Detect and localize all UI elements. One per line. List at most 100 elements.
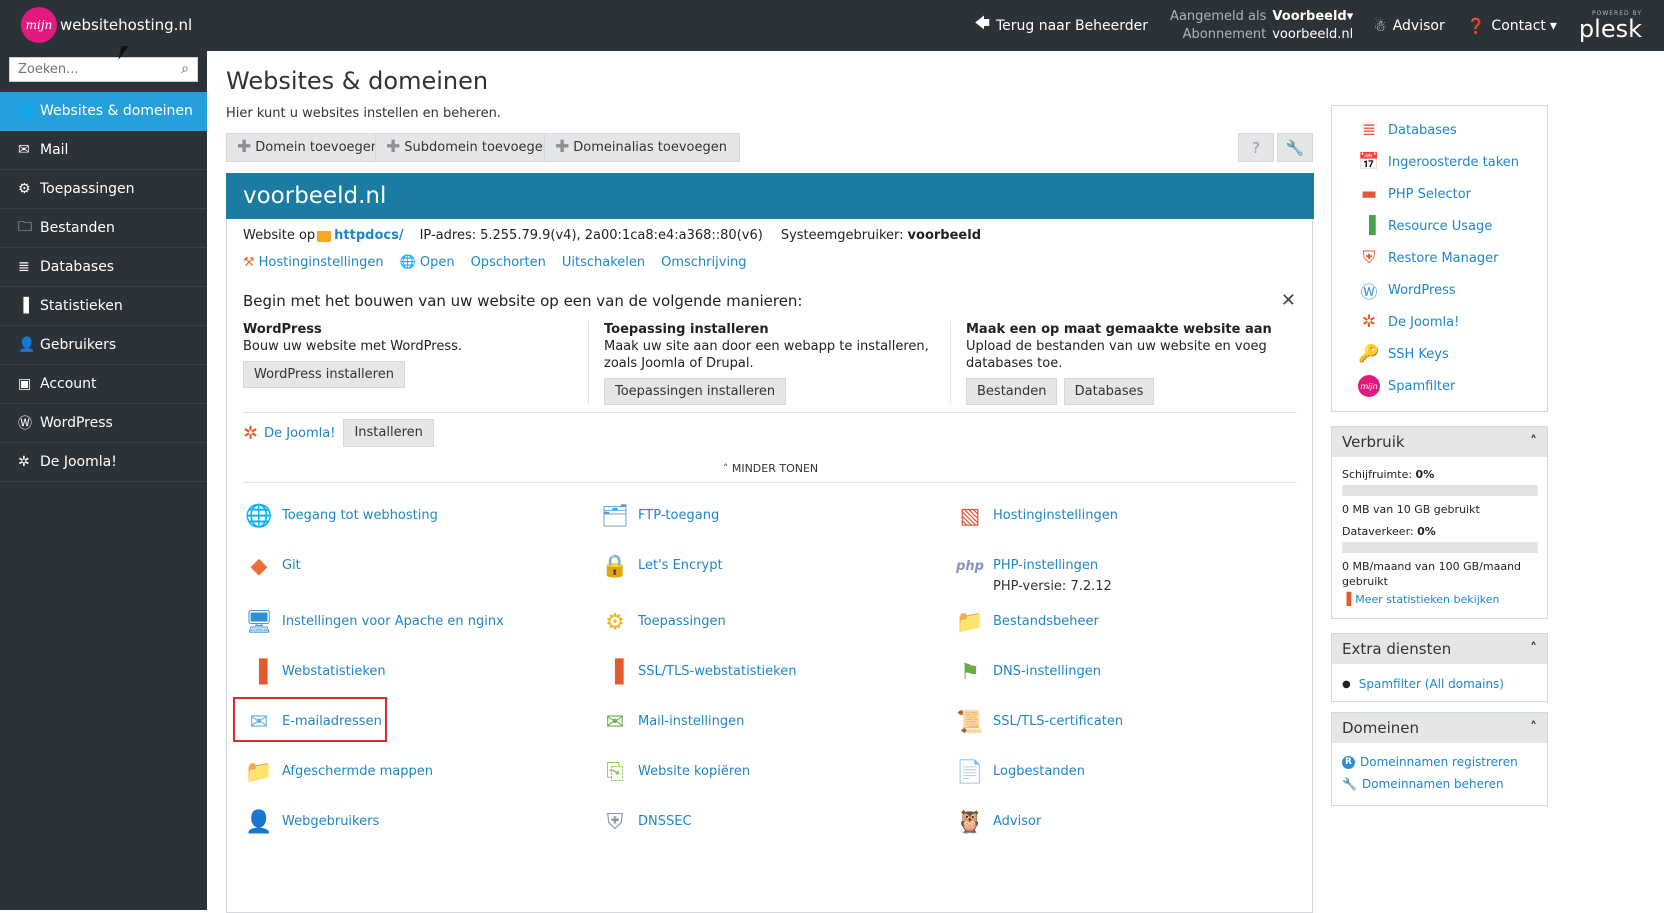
usage-panel: Verbruik ˄ Schijfruimte: 0% 0 MB van 10 … <box>1331 426 1548 619</box>
quick-link-ssh-keys[interactable]: 🔑 SSH Keys <box>1358 343 1448 365</box>
tool-dnssec[interactable]: ⛨ DNSSEC <box>600 807 692 837</box>
question-icon: ? <box>1252 138 1260 157</box>
sidebar-item-applications[interactable]: ⚙ Toepassingen <box>0 170 207 209</box>
tool-label: Hostinginstellingen <box>993 508 1118 523</box>
quick-link-restore-manager[interactable]: ⛨ Restore Manager <box>1358 247 1499 269</box>
sidebar-item-label: Toepassingen <box>40 181 135 197</box>
tool-label: Webstatistieken <box>282 664 386 679</box>
tool-label: Toegang tot webhosting <box>282 508 438 523</box>
quick-link-resource-usage[interactable]: ▐ Resource Usage <box>1358 215 1492 237</box>
sidebar-item-mail[interactable]: ✉ Mail <box>0 131 207 170</box>
tool-web-users[interactable]: 👤 Webgebruikers <box>244 807 379 837</box>
tool-ssl-certificates[interactable]: 📜 SSL/TLS-certificaten <box>955 707 1123 737</box>
install-wordpress-button[interactable]: WordPress installeren <box>243 361 405 388</box>
install-joomla-button[interactable]: Installeren <box>343 419 434 447</box>
help-button[interactable]: ? <box>1238 133 1274 162</box>
sidebar-item-wordpress[interactable]: Ⓦ WordPress <box>0 404 207 443</box>
quick-link-php-selector[interactable]: ▬ PHP Selector <box>1358 183 1471 205</box>
tool-mail-settings[interactable]: ✉ Mail-instellingen <box>600 707 745 737</box>
sidebar-item-websites-domains[interactable]: 🌐 Websites & domeinen <box>0 92 207 131</box>
tool-protected-folders[interactable]: 📁 Afgeschermde mappen <box>244 757 433 787</box>
logged-in-user[interactable]: Voorbeeld <box>1272 8 1346 26</box>
contact-link[interactable]: ❓ Contact ▾ <box>1467 17 1557 35</box>
plesk-wordmark: plesk <box>1578 14 1642 43</box>
close-icon[interactable]: ✕ <box>1281 290 1296 311</box>
tool-hosting-settings[interactable]: ▧ Hostinginstellingen <box>955 501 1118 531</box>
quick-link-label: Spamfilter <box>1388 378 1456 394</box>
manage-domains-link[interactable]: Domeinnamen beheren <box>1362 777 1504 791</box>
more-stats-link[interactable]: Meer statistieken bekijken <box>1355 592 1499 607</box>
show-less-toggle[interactable]: ˄ MINDER TONEN <box>227 462 1314 475</box>
top-bar: mijn websitehosting.nl 🡄 Terug naar Behe… <box>0 0 1664 51</box>
divider <box>950 321 951 404</box>
tool-applications[interactable]: ⚙ Toepassingen <box>600 607 726 637</box>
traffic-usage: Dataverkeer: 0% <box>1342 525 1547 538</box>
domains-header[interactable]: Domeinen ˄ <box>1332 713 1547 743</box>
back-to-admin-label: Terug naar Beheerder <box>995 17 1149 34</box>
tool-label: DNSSEC <box>638 814 692 829</box>
docroot-link[interactable]: httpdocs/ <box>334 228 403 243</box>
sidebar-item-label: Statistieken <box>40 298 123 314</box>
chevron-up-icon: ˄ <box>722 462 729 475</box>
tool-web-statistics[interactable]: ▐ Webstatistieken <box>244 657 386 687</box>
add-domain-button[interactable]: ✚ Domein toevoegen <box>226 133 393 162</box>
register-domains-link[interactable]: Domeinnamen registreren <box>1360 755 1518 769</box>
spamfilter-all-link[interactable]: Spamfilter (All domains) <box>1359 677 1504 691</box>
joomla-link[interactable]: De Joomla! <box>264 426 335 441</box>
tool-copy-website[interactable]: ⎘ Website kopiëren <box>600 757 750 787</box>
sidebar-item-account[interactable]: ▣ Account <box>0 365 207 404</box>
extra-services-header[interactable]: Extra diensten ˄ <box>1332 634 1547 664</box>
add-subdomain-button[interactable]: ✚ Subdomein toevoegen <box>375 133 565 162</box>
sidebar-item-files[interactable]: 🗀 Bestanden <box>0 209 207 248</box>
sysuser-label: Systeemgebruiker: <box>780 228 904 243</box>
quick-link-joomla[interactable]: ✲ De Joomla! <box>1358 311 1459 333</box>
add-domain-alias-button[interactable]: ✚ Domeinalias toevoegen <box>544 133 740 162</box>
usage-header[interactable]: Verbruik ˄ <box>1332 427 1547 457</box>
quick-link-wordpress[interactable]: Ⓦ WordPress <box>1358 279 1456 303</box>
tool-ftp-access[interactable]: 🗂 FTP-toegang <box>600 501 719 531</box>
open-link[interactable]: 🌐 Open <box>400 255 455 270</box>
tool-log-files[interactable]: 📄 Logbestanden <box>955 757 1085 787</box>
files-button[interactable]: Bestanden <box>966 378 1058 405</box>
logo[interactable]: mijn websitehosting.nl <box>21 7 192 43</box>
quick-link-scheduled-tasks[interactable]: 📅 Ingeroosterde taken <box>1358 151 1519 173</box>
advisor-link[interactable]: ☃ Advisor <box>1373 17 1444 35</box>
tool-ssl-web-statistics[interactable]: ▐ SSL/TLS-webstatistieken <box>600 657 797 687</box>
bar-chart-icon: ▐ <box>1342 592 1352 606</box>
manage-domains-row: 🔧 Domeinnamen beheren <box>1342 777 1547 791</box>
sidebar-item-label: Databases <box>40 259 115 275</box>
tool-apache-nginx[interactable]: 🖥 Instellingen voor Apache en nginx <box>244 607 504 637</box>
description-link[interactable]: Omschrijving <box>661 255 746 270</box>
mail-settings-icon: ✉ <box>605 709 625 735</box>
quick-link-databases[interactable]: ≣ Databases <box>1358 119 1457 141</box>
quick-link-label: De Joomla! <box>1388 314 1460 330</box>
tool-file-manager[interactable]: 📁 Bestandsbeheer <box>955 607 1099 637</box>
hosting-settings-link[interactable]: ⚒ Hostinginstellingen <box>243 255 384 270</box>
tool-advisor[interactable]: 🦉 Advisor <box>955 807 1041 837</box>
disk-usage-bar <box>1342 485 1538 496</box>
install-applications-button[interactable]: Toepassingen installeren <box>604 378 787 405</box>
settings-button[interactable]: 🔧 <box>1277 133 1313 162</box>
sidebar-item-joomla[interactable]: ✲ De Joomla! <box>0 443 207 482</box>
quick-link-spamfilter[interactable]: mijn Spamfilter <box>1358 375 1455 397</box>
back-to-admin-link[interactable]: 🡄 Terug naar Beheerder <box>974 13 1148 38</box>
sidebar-nav: 🌐 Websites & domeinen ✉ Mail ⚙ Toepassin… <box>0 92 207 482</box>
chevron-down-icon[interactable]: ▾ <box>1347 8 1354 26</box>
tool-php-settings[interactable]: php PHP-instellingen PHP-versie: 7.2.12 <box>955 551 1112 594</box>
divider <box>243 412 1297 413</box>
suspend-link[interactable]: Opschorten <box>471 255 546 270</box>
search-input[interactable] <box>16 61 176 78</box>
disable-link[interactable]: Uitschakelen <box>562 255 645 270</box>
tool-git[interactable]: ◆ Git <box>244 551 301 581</box>
sidebar-item-databases[interactable]: ≣ Databases <box>0 248 207 287</box>
sidebar-item-statistics[interactable]: ▐ Statistieken <box>0 287 207 326</box>
search-icon[interactable]: ⌕ <box>181 61 189 77</box>
tool-dns-settings[interactable]: ⚑ DNS-instellingen <box>955 657 1101 687</box>
tool-web-hosting-access[interactable]: 🌐 Toegang tot webhosting <box>244 501 438 531</box>
tool-label: PHP-instellingen <box>993 558 1099 573</box>
advisor-icon: ☃ <box>1373 16 1387 35</box>
quick-links-panel: ≣ Databases 📅 Ingeroosterde taken ▬ PHP … <box>1331 105 1548 412</box>
databases-button[interactable]: Databases <box>1063 378 1155 405</box>
sidebar-item-users[interactable]: 👤 Gebruikers <box>0 326 207 365</box>
tool-lets-encrypt[interactable]: 🔒 Let's Encrypt <box>600 551 722 581</box>
